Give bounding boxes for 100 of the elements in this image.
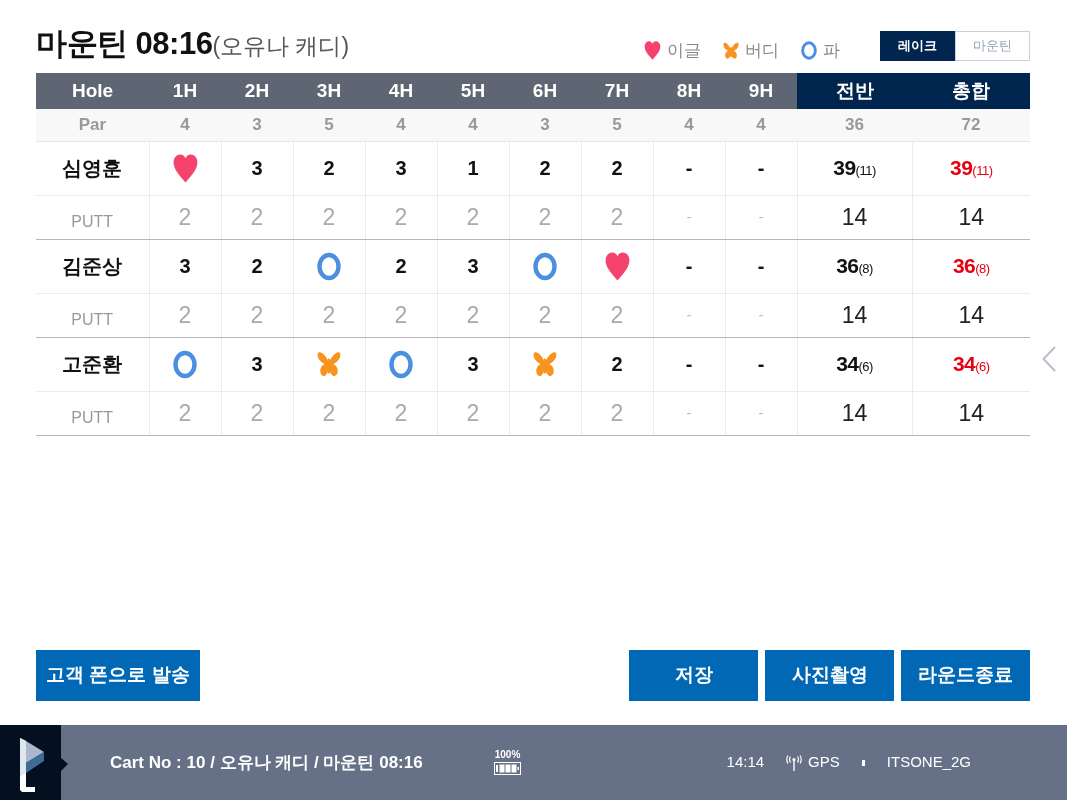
player-name: 김준상 (36, 239, 149, 293)
ring-icon (389, 349, 413, 379)
action-button[interactable]: 라운드종료 (901, 650, 1030, 701)
score-cell: 3 (149, 239, 221, 293)
putt-cell: 2 (581, 195, 653, 239)
column-header: 6H (509, 73, 581, 109)
chevron-left-icon[interactable] (1041, 346, 1056, 372)
putt-cell: 2 (365, 391, 437, 435)
total-score: 36(8) (797, 239, 912, 293)
total-score: 39(11) (797, 141, 912, 195)
score-cell: 2 (365, 239, 437, 293)
butterfly-icon (533, 350, 557, 378)
course-tab[interactable]: 레이크 (880, 31, 955, 61)
putt-cell: 14 (912, 391, 1030, 435)
par-cell: 36 (797, 109, 912, 141)
legend-label: 파 (823, 40, 840, 61)
total-score: 39(11) (912, 141, 1030, 195)
score-cell: - (725, 239, 797, 293)
putt-cell: 2 (293, 391, 365, 435)
putt-cell: 2 (293, 293, 365, 337)
putt-cell: 2 (509, 391, 581, 435)
column-header: 3H (293, 73, 365, 109)
clock-time: 14:14 (726, 752, 765, 773)
score-cell: 3 (437, 337, 509, 391)
putt-cell: 2 (509, 195, 581, 239)
action-button[interactable]: 저장 (629, 650, 758, 701)
score-cell: - (725, 337, 797, 391)
score-cell: 3 (221, 337, 293, 391)
par-cell: 72 (912, 109, 1030, 141)
action-button[interactable]: 고객 폰으로 발송 (36, 650, 200, 701)
score-cell: 2 (581, 141, 653, 195)
score-cell: 3 (221, 141, 293, 195)
par-cell: 4 (653, 109, 725, 141)
putt-cell: - (725, 293, 797, 337)
putt-cell: 2 (365, 195, 437, 239)
par-cell: 5 (293, 109, 365, 141)
par-cell: 3 (509, 109, 581, 141)
score-cell: 2 (293, 141, 365, 195)
ring-icon (533, 251, 557, 281)
putt-cell: 2 (509, 293, 581, 337)
score-cell: 2 (221, 239, 293, 293)
putt-cell: 2 (365, 293, 437, 337)
putt-cell: - (725, 195, 797, 239)
putt-cell: - (653, 195, 725, 239)
player-name: 고준환 (36, 337, 149, 391)
column-header: 총합 (912, 73, 1030, 109)
putt-cell: 2 (149, 391, 221, 435)
network-name: ITSONE_2G (886, 752, 971, 773)
putt-cell: 2 (149, 195, 221, 239)
putt-label: PUTT (36, 293, 149, 337)
column-header: 8H (653, 73, 725, 109)
column-header: 1H (149, 73, 221, 109)
putt-cell: 14 (912, 293, 1030, 337)
legend-label: 버디 (745, 40, 779, 61)
score-cell: 2 (509, 141, 581, 195)
score-cell: - (653, 337, 725, 391)
column-header: 7H (581, 73, 653, 109)
ring-icon (317, 251, 341, 281)
total-score: 34(6) (912, 337, 1030, 391)
putt-cell: 2 (437, 195, 509, 239)
putt-cell: 2 (293, 195, 365, 239)
heart-icon (604, 251, 630, 281)
butterfly-icon (723, 41, 739, 60)
par-cell: 4 (725, 109, 797, 141)
column-header: 2H (221, 73, 293, 109)
putt-cell: 2 (149, 293, 221, 337)
putt-cell: - (725, 391, 797, 435)
par-cell: 4 (437, 109, 509, 141)
score-cell: 3 (365, 141, 437, 195)
cart-info: Cart No : 10 / 오유나 캐디 / 마운틴 08:16 (109, 751, 424, 774)
putt-cell: - (653, 391, 725, 435)
score-cell: - (725, 141, 797, 195)
column-header: 5H (437, 73, 509, 109)
column-header: Hole (36, 73, 149, 109)
total-score: 36(8) (912, 239, 1030, 293)
column-header: 4H (365, 73, 437, 109)
par-cell: 4 (149, 109, 221, 141)
putt-cell: 2 (581, 293, 653, 337)
column-header: 9H (725, 73, 797, 109)
antenna-icon (786, 754, 803, 771)
putt-cell: 2 (437, 293, 509, 337)
par-cell: 3 (221, 109, 293, 141)
par-cell: 5 (581, 109, 653, 141)
par-cell: 4 (365, 109, 437, 141)
gps-label: GPS (808, 752, 840, 773)
action-button[interactable]: 사진촬영 (765, 650, 894, 701)
putt-cell: 14 (797, 391, 912, 435)
putt-cell: 2 (437, 391, 509, 435)
putt-cell: 14 (912, 195, 1030, 239)
putt-cell: 2 (221, 195, 293, 239)
legend-label: 이글 (667, 40, 701, 61)
putt-cell: 2 (221, 391, 293, 435)
signal-bar-icon (861, 759, 865, 766)
score-cell: 2 (581, 337, 653, 391)
score-cell: - (653, 141, 725, 195)
caddie-subtitle: (오유나 캐디) (212, 33, 350, 60)
heart-icon (644, 41, 661, 61)
player-name: 심영훈 (36, 141, 149, 195)
score-cell: - (653, 239, 725, 293)
putt-cell: 2 (581, 391, 653, 435)
